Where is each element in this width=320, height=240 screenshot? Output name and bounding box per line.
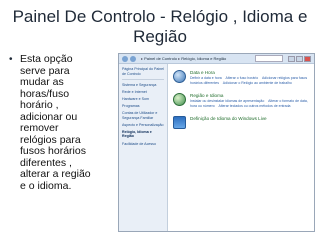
sidebar-item-network[interactable]: Rede e Internet [122, 90, 164, 95]
category-links: Instalar ou desinstalar idiomas de apres… [190, 99, 309, 108]
category-windows-live-language: Definição de Idioma do Windows Live [173, 116, 309, 129]
breadcrumb-item[interactable]: Relógio, Idioma e Região [181, 56, 226, 61]
sidebar-item-hardware-sound[interactable]: Hardware e Som [122, 97, 164, 102]
slide: Painel De Controlo - Relógio , Idioma e … [0, 0, 320, 240]
globe-icon [173, 93, 186, 106]
forward-icon[interactable] [130, 55, 136, 62]
category-date-time: Data e Hora Definir a data e hora Altera… [173, 70, 309, 85]
category-panel: Data e Hora Definir a data e hora Altera… [168, 64, 314, 231]
slide-title: Painel De Controlo - Relógio , Idioma e … [12, 7, 308, 46]
sidebar-divider [122, 78, 164, 80]
link-install-languages[interactable]: Instalar ou desinstalar idiomas de apres… [190, 99, 264, 103]
link-add-clock-gadget[interactable]: Adicionar o Relógio ao ambiente de traba… [223, 81, 292, 85]
sidebar-item-clock-language-region[interactable]: Relógio, Idioma e Região [122, 130, 164, 139]
flag-icon [173, 116, 186, 129]
sidebar-item-user-accounts[interactable]: Contas de Utilizador e Segurança Familia… [122, 111, 164, 120]
category-region-language: Região e Idioma Instalar ou desinstalar … [173, 93, 309, 108]
sidebar: Página Principal do Painel de Controlo S… [119, 64, 168, 231]
breadcrumb-item[interactable]: Painel de Controlo [144, 56, 177, 61]
maximize-icon[interactable] [296, 55, 303, 62]
link-change-keyboards[interactable]: Alterar teclados ou outros métodos de en… [219, 104, 291, 108]
sidebar-item-appearance[interactable]: Aspecto e Personalização [122, 123, 164, 128]
search-input[interactable] [255, 55, 283, 62]
sidebar-item-programs[interactable]: Programas [122, 104, 164, 109]
link-set-date-time[interactable]: Definir a data e hora [190, 76, 222, 80]
link-change-timezone[interactable]: Alterar o fuso horário [226, 76, 259, 80]
category-links: Definir a data e hora Alterar o fuso hor… [190, 76, 309, 85]
close-icon[interactable] [304, 55, 311, 62]
bullet-list: • Esta opção serve para mudar as horas/f… [8, 53, 112, 192]
sidebar-item-ease-of-access[interactable]: Facilidade de Acesso [122, 142, 164, 147]
sidebar-item-system-security[interactable]: Sistema e Segurança [122, 83, 164, 88]
sidebar-item-home[interactable]: Página Principal do Painel de Controlo [122, 67, 164, 76]
minimize-icon[interactable] [288, 55, 295, 62]
back-icon[interactable] [122, 55, 128, 62]
address-bar: ▸ Painel de Controlo ▸ Relógio, Idioma e… [119, 54, 314, 64]
bullet-dot-icon: • [9, 54, 13, 65]
breadcrumb: ▸ Painel de Controlo ▸ Relógio, Idioma e… [141, 56, 226, 61]
clock-icon [173, 70, 186, 83]
category-title[interactable]: Definição de Idioma do Windows Live [190, 116, 309, 122]
window-controls [288, 55, 311, 62]
bullet-item: • Esta opção serve para mudar as horas/f… [8, 53, 112, 192]
control-panel-screenshot: ▸ Painel de Controlo ▸ Relógio, Idioma e… [118, 53, 315, 232]
bullet-text: Esta opção serve para mudar as horas/fus… [20, 53, 91, 192]
